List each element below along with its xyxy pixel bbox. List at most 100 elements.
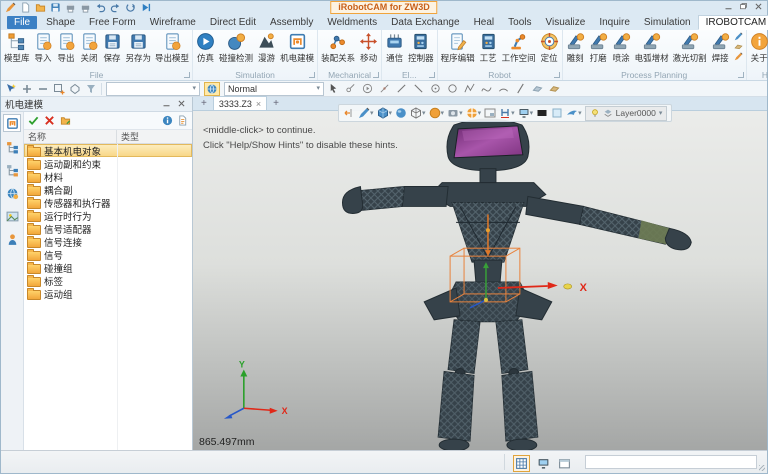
panel-close-icon[interactable] <box>177 99 188 110</box>
status-input[interactable] <box>585 455 757 469</box>
ribbon-button-laser-cut-icon[interactable]: 激光切割 <box>671 31 709 65</box>
print-preview-icon[interactable] <box>80 2 91 13</box>
tree-row[interactable]: 运动副和约束 <box>24 157 192 170</box>
pointer-star-icon[interactable] <box>5 83 17 95</box>
refresh-icon[interactable] <box>125 2 136 13</box>
tree-row[interactable]: 基本机电对象 <box>24 144 192 157</box>
wire-cube-icon[interactable]: ▾ <box>410 107 426 119</box>
layer-combo[interactable]: Layer0000▾ <box>585 106 668 121</box>
canvas-3d[interactable]: <middle-click> to continue. Click "Help/… <box>193 111 767 451</box>
play-circle-icon[interactable] <box>362 83 374 95</box>
robot-model[interactable]: X Y X <box>193 111 767 451</box>
dialog-launcher-icon[interactable] <box>554 72 560 78</box>
mechatronics-icon[interactable] <box>3 114 21 132</box>
paint-icon[interactable]: ▾ <box>358 107 374 119</box>
tree-row[interactable]: 信号适配器 <box>24 222 192 235</box>
ribbon-button-save-icon[interactable]: 保存 <box>101 31 124 65</box>
ribbon-button-weld-icon[interactable]: 焊接 <box>709 31 732 65</box>
ribbon-button-controller-icon[interactable]: 控制器 <box>406 31 436 65</box>
snap-icon[interactable] <box>379 83 391 95</box>
ribbon-button-export-icon[interactable]: 导出 <box>55 31 78 65</box>
tree-row[interactable]: 标签 <box>24 274 192 287</box>
process-extra-icons[interactable] <box>732 31 745 62</box>
ribbon-button-close-doc-icon[interactable]: 关闭 <box>78 31 101 65</box>
line2-icon[interactable] <box>413 83 425 95</box>
circle-dot-icon[interactable] <box>430 83 442 95</box>
window-icon[interactable] <box>557 456 572 471</box>
ribbon-button-export-model-icon[interactable]: 导出模型 <box>153 31 191 65</box>
orange-ball-icon[interactable]: ▾ <box>429 107 445 119</box>
tab-file[interactable]: File <box>7 16 37 29</box>
plane2-icon[interactable] <box>734 42 743 51</box>
open-folder-icon[interactable] <box>35 2 46 13</box>
tab-visualize[interactable]: Visualize <box>539 16 593 29</box>
visual-globe-icon[interactable] <box>4 185 20 201</box>
plus-icon[interactable] <box>21 83 33 95</box>
dialog-launcher-icon[interactable] <box>429 72 435 78</box>
camera-box-icon[interactable]: ▾ <box>447 107 463 119</box>
plane-icon[interactable] <box>532 83 544 95</box>
tree-row[interactable]: 材料 <box>24 170 192 183</box>
document-tab[interactable]: 3333.Z3 × <box>213 96 267 110</box>
new-tab-icon[interactable]: + <box>270 98 282 110</box>
column-type[interactable]: 类型 <box>117 130 192 143</box>
ribbon-button-move-icon[interactable]: 移动 <box>357 31 380 65</box>
monitor-icon[interactable]: ▾ <box>518 107 534 119</box>
tab-irobotcam[interactable]: IROBOTCAM <box>698 15 768 30</box>
minus-icon[interactable] <box>37 83 49 95</box>
ribbon-button-import-icon[interactable]: 导入 <box>32 31 55 65</box>
line-icon[interactable] <box>396 83 408 95</box>
light-square-icon[interactable] <box>551 107 563 119</box>
print-icon[interactable] <box>65 2 76 13</box>
filter-icon[interactable] <box>85 83 97 95</box>
tab-shape[interactable]: Shape <box>39 16 82 29</box>
ribbon-button-spray-icon[interactable]: 喷涂 <box>610 31 633 65</box>
slash-icon[interactable] <box>515 83 527 95</box>
tree-row[interactable]: 运行时行为 <box>24 209 192 222</box>
polyline-icon[interactable] <box>464 83 476 95</box>
panel-minimize-icon[interactable] <box>162 99 173 110</box>
shaded-cube-icon[interactable]: ▾ <box>377 107 393 119</box>
undo-icon[interactable] <box>95 2 106 13</box>
frame-plus-icon[interactable] <box>53 83 65 95</box>
apply-check-icon[interactable] <box>28 115 39 126</box>
dialog-launcher-icon[interactable] <box>309 72 315 78</box>
tab-direct-edit[interactable]: Direct Edit <box>203 16 263 29</box>
tab-assembly[interactable]: Assembly <box>263 16 320 29</box>
redo-icon[interactable] <box>110 2 121 13</box>
ribbon-button-simulate-play-icon[interactable]: 仿真 <box>194 31 217 65</box>
assembly-tree-icon[interactable] <box>4 139 20 155</box>
ribbon-button-walkthrough-icon[interactable]: 漫游 <box>255 31 278 65</box>
tab-simulation[interactable]: Simulation <box>637 16 698 29</box>
ribbon-button-collision-detect-icon[interactable]: 碰撞检测 <box>217 31 255 65</box>
info-icon[interactable] <box>162 115 173 126</box>
plane2-icon[interactable] <box>549 83 561 95</box>
brush-icon[interactable] <box>5 2 16 13</box>
scene-icon[interactable] <box>4 208 20 224</box>
tree-row[interactable]: 信号连接 <box>24 235 192 248</box>
exit-arrow-icon[interactable] <box>343 107 355 119</box>
render-mode-combo[interactable]: Normal ▾ <box>224 82 324 96</box>
spline-icon[interactable] <box>481 83 493 95</box>
dialog-launcher-icon[interactable] <box>373 72 379 78</box>
folder-edit-icon[interactable] <box>60 115 71 126</box>
ribbon-button-process-icon[interactable]: 工艺 <box>477 31 500 65</box>
ribbon-button-communication-icon[interactable]: 通信 <box>383 31 406 65</box>
note-icon[interactable] <box>177 115 188 126</box>
tab-weldments[interactable]: Weldments <box>320 16 384 29</box>
tree-row[interactable]: 碰撞组 <box>24 261 192 274</box>
resize-grip[interactable] <box>759 465 765 471</box>
tree-row[interactable]: 传感器和执行器 <box>24 196 192 209</box>
polygon-icon[interactable] <box>69 83 81 95</box>
ribbon-button-locate-icon[interactable]: 定位 <box>538 31 561 65</box>
tab-tools[interactable]: Tools <box>501 16 538 29</box>
tab-heal[interactable]: Heal <box>467 16 502 29</box>
dialog-launcher-icon[interactable] <box>184 72 190 78</box>
arc-icon[interactable] <box>498 83 510 95</box>
column-name[interactable]: 名称 <box>24 130 117 143</box>
ribbon-button-polish-icon[interactable]: 打磨 <box>587 31 610 65</box>
view-combo[interactable]: ▾ <box>106 82 200 96</box>
tab-wireframe[interactable]: Wireframe <box>143 16 203 29</box>
new-doc-icon[interactable] <box>20 2 31 13</box>
restore-icon[interactable] <box>739 2 748 11</box>
